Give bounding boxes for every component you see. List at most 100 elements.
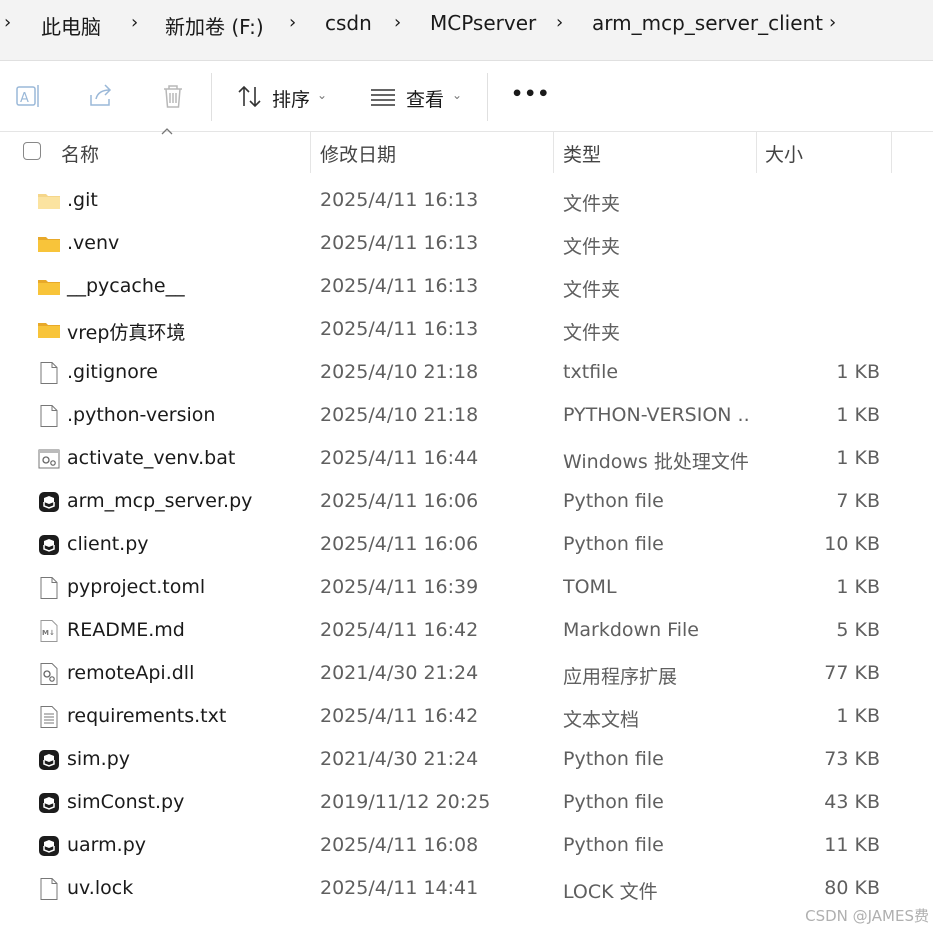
file-date-modified: 2025/4/11 16:13 [320,232,479,254]
column-separator[interactable] [553,131,554,173]
file-type: LOCK 文件 [563,881,658,903]
file-type: Python file [563,791,664,813]
address-bar-spacer [0,48,933,61]
file-row[interactable]: vrep仿真环境 2025/4/11 16:13 文件夹 [0,309,933,352]
blank-file-icon [37,404,61,428]
chevron-right-icon[interactable]: › [556,12,563,33]
chevron-right-icon[interactable]: › [4,12,11,33]
chevron-right-icon[interactable]: › [131,12,138,33]
svg-text:M↓: M↓ [42,629,55,637]
chevron-down-icon[interactable]: ⌄ [452,88,462,102]
sort-button[interactable]: 排序 [272,85,310,112]
file-type: 文件夹 [563,279,621,301]
column-separator[interactable] [310,131,311,173]
column-separator[interactable] [891,131,892,173]
file-row[interactable]: client.py 2025/4/11 16:06 Python file 10 KB [0,524,933,567]
folder-faded-icon [37,189,61,213]
file-type: Python file [563,834,664,856]
file-name: arm_mcp_server.py [67,490,253,512]
file-row[interactable]: .git 2025/4/11 16:13 文件夹 [0,180,933,223]
command-bar: A 排序 ⌄ 查看 ⌄ ••• [0,61,933,132]
file-type: Python file [563,533,664,555]
folder-icon [37,275,61,299]
file-name: .gitignore [67,361,158,383]
blank-file-icon [37,361,61,385]
file-date-modified: 2025/4/11 16:06 [320,490,479,512]
file-name: simConst.py [67,791,185,813]
dll-file-icon [37,662,61,686]
file-row[interactable]: uv.lock 2025/4/11 14:41 LOCK 文件 80 KB [0,868,933,911]
markdown-file-icon: M↓ [37,619,61,643]
file-type: Python file [563,748,664,770]
python-file-icon [37,748,61,772]
file-date-modified: 2021/4/30 21:24 [320,662,479,684]
file-size: 1 KB [836,447,880,469]
file-row[interactable]: remoteApi.dll 2021/4/30 21:24 应用程序扩展 77 KB [0,653,933,696]
chevron-right-icon[interactable]: › [394,12,401,33]
breadcrumb: › 此电脑 › 新加卷 (F:) › csdn › MCPserver › ar… [0,0,933,48]
python-file-icon [37,834,61,858]
file-row[interactable]: simConst.py 2019/11/12 20:25 Python file 43… [0,782,933,825]
file-type: 文本文档 [563,709,640,731]
file-type: 文件夹 [563,193,621,215]
view-button[interactable]: 查看 [406,85,444,112]
file-date-modified: 2025/4/11 16:42 [320,705,479,727]
view-icon[interactable] [368,82,398,112]
file-row[interactable]: __pycache__ 2025/4/11 16:13 文件夹 [0,266,933,309]
file-size: 11 KB [824,834,880,856]
rename-icon[interactable]: A [14,81,44,111]
file-row[interactable]: M↓ README.md 2025/4/11 16:42 Markdown File 5… [0,610,933,653]
file-name: vrep仿真环境 [67,322,186,344]
file-row[interactable]: activate_venv.bat 2025/4/11 16:44 Windows … [0,438,933,481]
file-date-modified: 2025/4/11 16:13 [320,275,479,297]
column-header-name[interactable]: 名称 [61,140,99,167]
file-row[interactable]: uarm.py 2025/4/11 16:08 Python file 11 KB [0,825,933,868]
chevron-right-icon[interactable]: › [289,12,296,33]
file-type: TOML [563,576,617,598]
file-date-modified: 2025/4/11 14:41 [320,877,479,899]
watermark: CSDN @JAMES费 [805,907,929,925]
file-date-modified: 2025/4/10 21:18 [320,404,479,426]
chevron-down-icon[interactable]: ⌄ [317,88,327,102]
breadcrumb-item-current[interactable]: arm_mcp_server_client [592,11,823,35]
python-file-icon [37,791,61,815]
column-header-type[interactable]: 类型 [563,140,601,167]
select-all-checkbox[interactable] [23,142,41,160]
file-size: 43 KB [824,791,880,813]
file-date-modified: 2025/4/11 16:13 [320,318,479,340]
toolbar-divider [487,73,488,121]
file-size: 1 KB [836,361,880,383]
file-row[interactable]: arm_mcp_server.py 2025/4/11 16:06 Python f… [0,481,933,524]
file-date-modified: 2025/4/11 16:44 [320,447,479,469]
file-date-modified: 2025/4/11 16:39 [320,576,479,598]
toolbar-divider [211,73,212,121]
chevron-right-icon[interactable]: › [829,12,836,33]
file-row[interactable]: sim.py 2021/4/30 21:24 Python file 73 KB [0,739,933,782]
more-options-button[interactable]: ••• [511,83,550,105]
delete-icon[interactable] [158,81,188,111]
folder-icon [37,232,61,256]
sort-icon[interactable] [235,82,265,112]
breadcrumb-item-csdn[interactable]: csdn [325,11,372,35]
file-name: .git [67,189,98,211]
share-icon[interactable] [86,81,116,111]
column-header-size[interactable]: 大小 [765,140,803,167]
file-name: remoteApi.dll [67,662,195,684]
breadcrumb-item-drive[interactable]: 新加卷 (F:) [165,11,264,40]
file-size: 5 KB [836,619,880,641]
file-row[interactable]: requirements.txt 2025/4/11 16:42 文本文档 1 KB [0,696,933,739]
breadcrumb-item-this-pc[interactable]: 此电脑 [41,11,101,40]
file-date-modified: 2025/4/11 16:42 [320,619,479,641]
column-header-date[interactable]: 修改日期 [320,140,396,167]
blank-file-icon [37,576,61,600]
column-separator[interactable] [756,131,757,173]
batch-file-icon [37,447,61,471]
breadcrumb-item-mcpserver[interactable]: MCPserver [430,11,536,35]
sort-ascending-icon [161,128,173,135]
file-row[interactable]: pyproject.toml 2025/4/11 16:39 TOML 1 KB [0,567,933,610]
file-name: .venv [67,232,120,254]
file-row[interactable]: .gitignore 2025/4/10 21:18 txtfile 1 KB [0,352,933,395]
file-row[interactable]: .python-version 2025/4/10 21:18 PYTHON-VER… [0,395,933,438]
file-name: uv.lock [67,877,134,899]
file-row[interactable]: .venv 2025/4/11 16:13 文件夹 [0,223,933,266]
